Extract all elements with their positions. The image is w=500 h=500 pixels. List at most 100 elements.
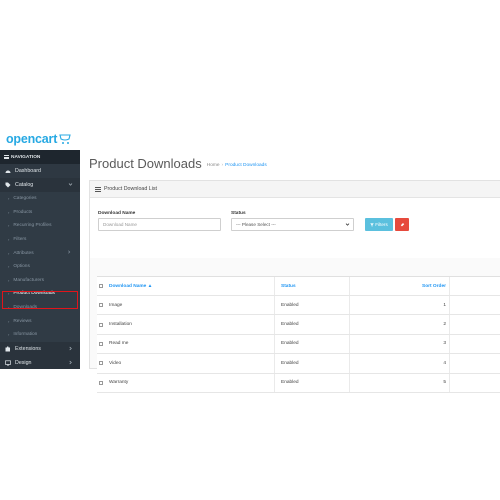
sidebar-subitem-label: Options [13, 264, 30, 270]
filter-icon [370, 222, 375, 227]
row-actions [449, 315, 500, 334]
monitor-icon [5, 359, 11, 366]
row-status: Enabled [274, 296, 349, 315]
column-header-download-name[interactable]: Download Name ▲ [109, 284, 274, 289]
panel-title: Product Download List [104, 186, 157, 192]
row-sort-order: 3 [349, 334, 449, 354]
sidebar-item-extensions[interactable]: Extensions [0, 341, 80, 356]
row-checkbox[interactable] [99, 322, 103, 327]
row-actions [449, 354, 500, 373]
filter-button[interactable]: Filters [365, 218, 393, 231]
chevron-right-icon: › [8, 209, 10, 215]
sidebar-subitem-filters[interactable]: › Filters [0, 232, 80, 247]
sidebar-subitem-information[interactable]: › Information [0, 327, 80, 342]
sidebar-subitem-recurring-profiles[interactable]: › Recurring Profiles [0, 219, 80, 233]
sidebar-subitem-reviews[interactable]: › Reviews [0, 314, 80, 328]
sidebar-subitem-manufacturers[interactable]: › Manufacturers [0, 273, 80, 288]
chevron-right-icon [67, 250, 71, 254]
select-all-checkbox[interactable] [99, 284, 103, 288]
row-actions [449, 334, 500, 354]
chevron-right-icon: › [8, 196, 10, 202]
chevron-right-icon: › [8, 291, 10, 297]
nav-header[interactable]: NAVIGATION [0, 150, 80, 164]
chevron-right-icon: › [8, 223, 10, 229]
sidebar-subitem-categories[interactable]: › Categories [0, 192, 80, 206]
sidebar-item-label: Extensions [15, 345, 41, 352]
chevron-right-icon: › [8, 237, 10, 243]
row-checkbox[interactable] [99, 361, 103, 366]
row-download-name: Installation [109, 322, 132, 328]
breadcrumb-separator: › [221, 163, 224, 168]
row-download-name: Video [109, 360, 122, 366]
column-header-status[interactable]: Status [274, 277, 349, 295]
row-status: Enabled [274, 315, 349, 334]
sidebar-item-label: Dashboard [15, 168, 41, 174]
row-checkbox[interactable] [99, 380, 103, 385]
download-name-label: Download Name [98, 211, 136, 216]
table-row: Image Enabled 1 [97, 296, 500, 316]
chevron-right-icon: › [8, 277, 10, 283]
table-row: Warranty Enabled 5 [97, 373, 500, 393]
cart-icon [59, 133, 73, 145]
sidebar-item-design[interactable]: Design [0, 355, 80, 369]
sidebar-subitem-attributes[interactable]: › Attributes [0, 246, 80, 260]
breadcrumb-home[interactable]: Home [207, 163, 220, 168]
tag-icon [5, 182, 11, 188]
sidebar: NAVIGATION Dashboard Catalog › Categorie… [0, 150, 80, 369]
sidebar-subitem-label: Product Downloads [13, 291, 55, 297]
sidebar-subitem-label: Products [13, 209, 33, 215]
column-header-sort-order[interactable]: Sort Order [349, 277, 449, 295]
app-frame: opencart NAVIGATION Dashboard Catalog › [0, 0, 500, 500]
sidebar-subitem-downloads[interactable]: › Downloads [0, 300, 80, 315]
page-header: Product Downloads Home › Product Downloa… [80, 150, 500, 176]
sidebar-item-label: Design [15, 359, 32, 366]
sidebar-subitem-label: Categories [13, 196, 37, 202]
status-select[interactable]: --- Please Select --- [231, 218, 354, 231]
breadcrumb: Home › Product Downloads [207, 163, 267, 168]
column-header-actions [449, 277, 500, 295]
product-download-panel: Product Download List Download Name Down… [89, 180, 500, 393]
sidebar-subitem-products[interactable]: › Products [0, 205, 80, 220]
sidebar-item-label: Catalog [15, 182, 34, 188]
row-download-name: Image [109, 302, 123, 308]
table-row: Installation Enabled 2 [97, 315, 500, 335]
download-name-placeholder: Download Name [103, 222, 137, 227]
breadcrumb-current[interactable]: Product Downloads [225, 163, 267, 168]
sidebar-subitem-product-downloads[interactable]: › Product Downloads [0, 287, 80, 301]
sidebar-subitem-label: Recurring Profiles [13, 223, 52, 229]
status-select-value: --- Please Select --- [236, 222, 276, 227]
row-actions [449, 373, 500, 392]
clear-filter-button[interactable] [395, 218, 409, 231]
filter-area: Download Name Download Name Status --- P… [90, 198, 500, 258]
sidebar-item-dashboard[interactable]: Dashboard [0, 164, 80, 178]
table-row: Read me Enabled 3 [97, 334, 500, 355]
row-checkbox[interactable] [99, 303, 103, 308]
row-sort-order: 4 [349, 354, 449, 373]
row-sort-order: 1 [349, 296, 449, 315]
sidebar-subitem-label: Downloads [13, 305, 38, 311]
dashboard-icon [5, 168, 11, 174]
chevron-right-icon: › [8, 318, 10, 324]
sidebar-subitem-options[interactable]: › Options [0, 259, 80, 274]
sidebar-subitem-label: Filters [13, 237, 27, 243]
chevron-right-icon: › [8, 250, 10, 256]
puzzle-icon [5, 345, 11, 352]
sidebar-item-catalog[interactable]: Catalog [0, 178, 80, 192]
chevron-down-icon [68, 182, 73, 187]
menu-bars-icon [4, 154, 9, 160]
sidebar-subitem-label: Information [13, 332, 38, 338]
chevron-right-icon [68, 346, 73, 351]
row-checkbox[interactable] [99, 341, 103, 346]
opencart-logo[interactable]: opencart [6, 131, 73, 147]
table-row: Video Enabled 4 [97, 354, 500, 374]
filter-button-label: Filters [375, 222, 388, 227]
row-actions [449, 296, 500, 315]
download-name-input[interactable]: Download Name [98, 218, 221, 231]
main-content: Product Downloads Home › Product Downloa… [80, 150, 500, 393]
row-status: Enabled [274, 334, 349, 354]
nav-header-label: NAVIGATION [11, 154, 41, 160]
page-title: Product Downloads [89, 156, 202, 171]
row-status: Enabled [274, 354, 349, 373]
table-header-row: Download Name ▲ Status Sort Order [97, 277, 500, 296]
downloads-table: Download Name ▲ Status Sort Order Image … [97, 276, 500, 393]
